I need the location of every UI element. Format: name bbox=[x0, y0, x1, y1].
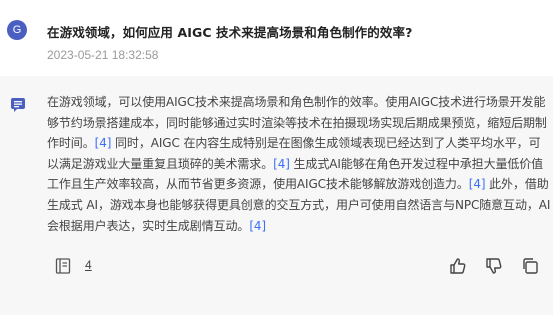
book-sources-icon[interactable] bbox=[54, 257, 72, 275]
user-avatar: G bbox=[7, 20, 27, 40]
bot-chat-icon bbox=[11, 98, 25, 112]
citation-link[interactable]: [4] bbox=[249, 219, 266, 233]
question-text: 在游戏领域，如何应用 AIGC 技术来提高场景和角色制作的效率? bbox=[47, 25, 413, 40]
citation-link[interactable]: [4] bbox=[469, 177, 486, 191]
question-block: G 在游戏领域，如何应用 AIGC 技术来提高场景和角色制作的效率? 2023-… bbox=[0, 0, 553, 76]
source-count-link[interactable]: 4 bbox=[85, 258, 92, 272]
citation-link[interactable]: [4] bbox=[95, 136, 112, 150]
thumbs-down-icon[interactable] bbox=[484, 256, 504, 276]
thumbs-up-icon[interactable] bbox=[448, 256, 468, 276]
citation-link[interactable]: [4] bbox=[273, 157, 290, 171]
answer-block: 在游戏领域，可以使用AIGC技术来提高场景和角色制作的效率。使用AIGC技术进行… bbox=[0, 76, 553, 315]
copy-icon[interactable] bbox=[520, 256, 540, 276]
question-timestamp: 2023-05-21 18:32:58 bbox=[47, 48, 159, 62]
answer-text: 在游戏领域，可以使用AIGC技术来提高场景和角色制作的效率。使用AIGC技术进行… bbox=[47, 92, 551, 236]
answer-footer: 4 bbox=[0, 252, 553, 282]
